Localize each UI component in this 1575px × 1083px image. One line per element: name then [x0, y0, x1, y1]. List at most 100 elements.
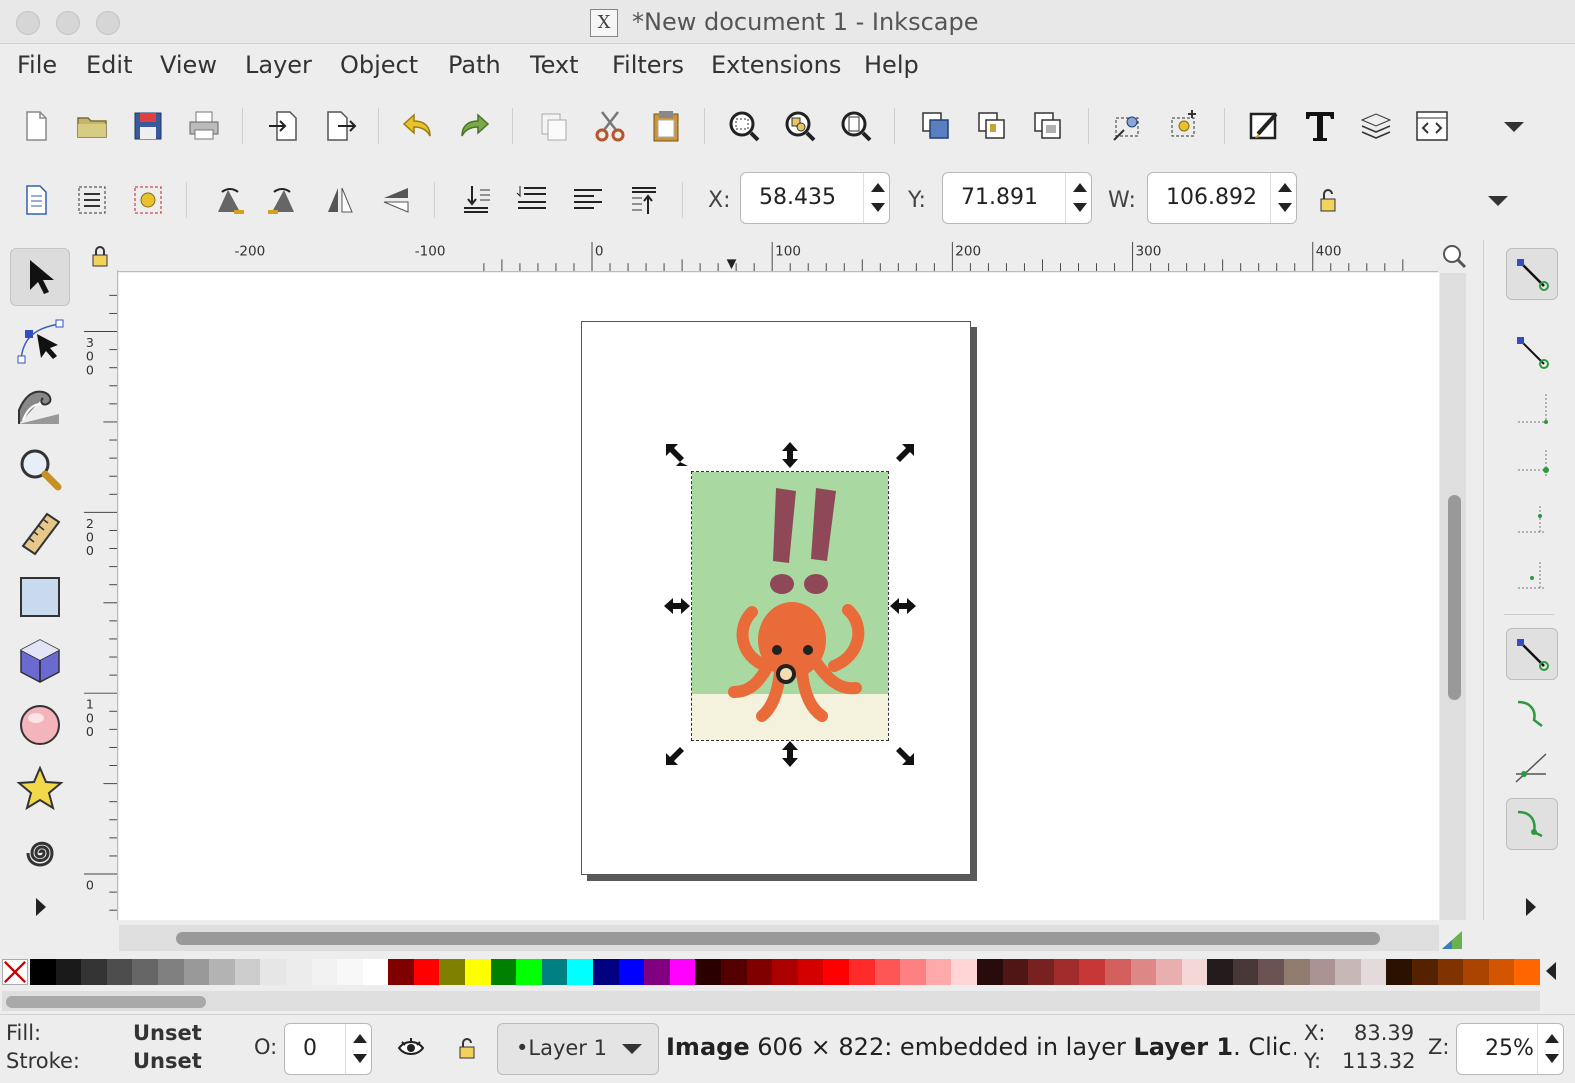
scale-handle-top-left-icon[interactable]: [662, 440, 692, 470]
zoom-value[interactable]: 25%: [1485, 1036, 1534, 1061]
palette-swatch[interactable]: [388, 959, 415, 985]
vertical-scroll-thumb[interactable]: [1448, 495, 1461, 700]
palette-swatch[interactable]: [1437, 959, 1464, 985]
palette-swatch[interactable]: [1309, 959, 1336, 985]
duplicate-icon[interactable]: [534, 106, 574, 146]
palette-swatch[interactable]: [721, 959, 748, 985]
raise-to-top-icon[interactable]: [624, 180, 664, 220]
print-icon[interactable]: [184, 106, 224, 146]
snap-nodes-icon[interactable]: [1506, 628, 1558, 680]
clone-icon[interactable]: [1028, 106, 1068, 146]
x-stepper[interactable]: [863, 173, 889, 223]
eye-visibility-icon[interactable]: [396, 1033, 426, 1063]
palette-swatch[interactable]: [209, 959, 236, 985]
palette-swatch[interactable]: [746, 959, 773, 985]
palette-swatch[interactable]: [81, 959, 108, 985]
export-icon[interactable]: [320, 106, 360, 146]
palette-swatch[interactable]: [976, 959, 1004, 985]
zoom-tool-icon[interactable]: [10, 440, 70, 498]
paste-icon[interactable]: [646, 106, 686, 146]
new-document-icon[interactable]: [16, 106, 56, 146]
snap-bbox-centers-icon[interactable]: [1506, 550, 1558, 602]
palette-swatch[interactable]: [157, 959, 185, 985]
y-stepper[interactable]: [1065, 173, 1091, 223]
palette-swatch[interactable]: [362, 959, 389, 985]
flip-vertical-icon[interactable]: [376, 180, 416, 220]
redo-icon[interactable]: [454, 106, 494, 146]
snap-paths-icon[interactable]: [1506, 686, 1558, 738]
snap-intersections-icon[interactable]: [1506, 742, 1558, 794]
palette-swatch[interactable]: [900, 959, 927, 985]
lower-to-bottom-icon[interactable]: [456, 180, 496, 220]
tweak-tool-icon[interactable]: [10, 376, 70, 434]
zoom-stepper[interactable]: [1537, 1024, 1563, 1074]
palette-swatch[interactable]: [465, 959, 492, 985]
open-icon[interactable]: [72, 106, 112, 146]
palette-swatch[interactable]: [1335, 959, 1362, 985]
palette-swatch[interactable]: [1386, 959, 1413, 985]
palette-swatch[interactable]: [1156, 959, 1183, 985]
menu-layer[interactable]: Layer: [245, 51, 312, 79]
rotate-ccw-icon[interactable]: [208, 180, 248, 220]
menu-object[interactable]: Object: [340, 51, 418, 79]
palette-swatch[interactable]: [1463, 959, 1490, 985]
menu-help[interactable]: Help: [864, 51, 919, 79]
palette-scrollbar[interactable]: [2, 991, 1540, 1011]
palette-swatch[interactable]: [413, 959, 440, 985]
align-selection-icon[interactable]: [1108, 106, 1148, 146]
palette-swatch[interactable]: [311, 959, 338, 985]
palette-swatch[interactable]: [848, 959, 876, 985]
maximize-window-button[interactable]: [96, 11, 120, 35]
current-layer-dropdown[interactable]: •Layer 1: [497, 1023, 659, 1075]
cut-icon[interactable]: [590, 106, 630, 146]
layers-icon[interactable]: [1356, 106, 1396, 146]
menu-edit[interactable]: Edit: [86, 51, 132, 79]
deselect-icon[interactable]: [128, 180, 168, 220]
x-spinbox[interactable]: 58.435: [740, 172, 890, 224]
fill-value[interactable]: Unset: [133, 1021, 202, 1045]
palette-swatch[interactable]: [1028, 959, 1055, 985]
selector-tool-icon[interactable]: [10, 248, 70, 306]
menu-view[interactable]: View: [160, 51, 217, 79]
snap-bbox-midpoints-icon[interactable]: [1506, 494, 1558, 546]
palette-swatch[interactable]: [260, 959, 287, 985]
flip-horizontal-icon[interactable]: [320, 180, 360, 220]
palette-swatch[interactable]: [106, 959, 133, 985]
palette-swatch[interactable]: [593, 959, 620, 985]
ungroup-icon[interactable]: [972, 106, 1012, 146]
color-manage-icon[interactable]: [1440, 927, 1466, 951]
guide-lock-icon[interactable]: [86, 244, 114, 270]
snap-bbox-icon[interactable]: [1506, 326, 1558, 378]
scale-handle-right-icon[interactable]: [888, 591, 918, 621]
palette-swatch[interactable]: [337, 959, 364, 985]
lower-icon[interactable]: [512, 180, 552, 220]
palette-swatch[interactable]: [1002, 959, 1029, 985]
menu-text[interactable]: Text: [530, 51, 579, 79]
spiral-tool-icon[interactable]: [10, 824, 70, 882]
palette-swatch[interactable]: [644, 959, 671, 985]
embedded-image[interactable]: [691, 471, 889, 741]
palette-swatch[interactable]: [234, 959, 261, 985]
scale-handle-top-icon[interactable]: [775, 440, 805, 470]
palette-swatch[interactable]: [925, 959, 952, 985]
palette-swatch[interactable]: [567, 959, 594, 985]
palette-swatch[interactable]: [823, 959, 850, 985]
undo-icon[interactable]: [398, 106, 438, 146]
w-spinbox[interactable]: 106.892: [1147, 172, 1297, 224]
palette-swatch[interactable]: [439, 959, 466, 985]
zoom-page-icon[interactable]: [836, 106, 876, 146]
horizontal-scroll-thumb[interactable]: [176, 932, 1380, 945]
snap-bbox-edges-icon[interactable]: [1506, 382, 1558, 434]
fill-stroke-icon[interactable]: [1244, 106, 1284, 146]
palette-swatch[interactable]: [618, 959, 645, 985]
palette-swatch[interactable]: [1258, 959, 1285, 985]
palette-swatch[interactable]: [132, 959, 159, 985]
palette-swatch[interactable]: [1488, 959, 1515, 985]
palette-scroll-thumb[interactable]: [6, 996, 206, 1008]
xml-editor-icon[interactable]: [1412, 106, 1452, 146]
close-window-button[interactable]: [16, 11, 40, 35]
minimize-window-button[interactable]: [56, 11, 80, 35]
scale-handle-top-right-icon[interactable]: [888, 440, 918, 470]
palette-swatch[interactable]: [669, 959, 696, 985]
zoom-selection-icon[interactable]: [724, 106, 764, 146]
